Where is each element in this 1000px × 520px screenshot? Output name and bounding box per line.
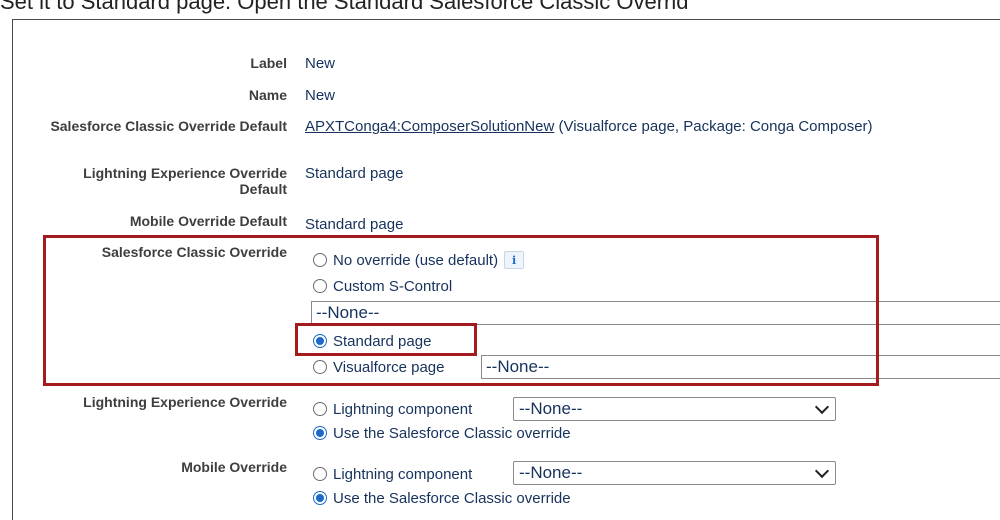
no-override-radio[interactable]: [313, 253, 327, 267]
lightning-default-label: Lightning Experience Override Default: [83, 165, 287, 197]
chevron-down-icon: [814, 463, 830, 479]
instruction-caption: Set it to Standard page. Open the Standa…: [0, 0, 689, 14]
mobile-use-classic-radio[interactable]: [313, 491, 327, 505]
mobile-default-value: Standard page: [305, 216, 404, 233]
label-field-label: Label: [250, 55, 287, 71]
override-properties-panel: Label New Name New Salesforce Classic Ov…: [12, 19, 1000, 520]
classic-default-link[interactable]: APXTConga4:ComposerSolutionNew: [305, 118, 554, 135]
no-override-text: No override (use default): [333, 251, 499, 269]
scontrol-option[interactable]: Custom S-Control: [313, 276, 452, 296]
lightning-component-option[interactable]: Lightning component: [313, 399, 472, 419]
mobile-default-label: Mobile Override Default: [129, 213, 287, 229]
info-icon[interactable]: i: [504, 251, 525, 269]
standard-page-radio[interactable]: [313, 334, 327, 348]
classic-default-value: APXTConga4:ComposerSolutionNew (Visualfo…: [305, 118, 873, 136]
scontrol-radio[interactable]: [313, 279, 327, 293]
lightning-use-classic-text: Use the Salesforce Classic override: [333, 424, 571, 442]
mobile-component-option[interactable]: Lightning component: [313, 464, 472, 484]
standard-page-option[interactable]: Standard page: [313, 331, 431, 351]
lightning-use-classic-radio[interactable]: [313, 426, 327, 440]
lightning-component-radio[interactable]: [313, 402, 327, 416]
lightning-override-label: Lightning Experience Override: [83, 394, 287, 410]
lightning-use-classic-option[interactable]: Use the Salesforce Classic override: [313, 423, 571, 443]
mobile-component-radio[interactable]: [313, 467, 327, 481]
lightning-default-value: Standard page: [305, 165, 404, 182]
standard-page-text: Standard page: [333, 332, 432, 350]
name-field-label: Name: [248, 87, 287, 103]
mobile-use-classic-text: Use the Salesforce Classic override: [333, 489, 571, 507]
label-field-value: New: [305, 55, 336, 72]
mobile-override-label: Mobile Override: [181, 459, 287, 475]
mobile-component-select[interactable]: --None--: [513, 461, 836, 485]
visualforce-option[interactable]: Visualforce page: [313, 357, 444, 377]
scontrol-select[interactable]: --None--: [311, 301, 1000, 325]
visualforce-text: Visualforce page: [333, 358, 445, 376]
classic-default-suffix: (Visualforce page, Package: Conga Compos…: [554, 118, 873, 135]
lightning-component-text: Lightning component: [333, 400, 473, 418]
no-override-option[interactable]: No override (use default) i: [313, 250, 525, 270]
visualforce-select[interactable]: --None--: [481, 355, 1000, 379]
chevron-down-icon: [814, 399, 830, 415]
mobile-use-classic-option[interactable]: Use the Salesforce Classic override: [313, 488, 571, 508]
name-field-value: New: [305, 87, 336, 104]
lightning-component-value: --None--: [519, 399, 583, 418]
visualforce-radio[interactable]: [313, 360, 327, 374]
scontrol-text: Custom S-Control: [333, 277, 453, 295]
lightning-component-select[interactable]: --None--: [513, 397, 836, 421]
classic-override-label: Salesforce Classic Override: [101, 244, 287, 260]
classic-default-label: Salesforce Classic Override Default: [50, 118, 287, 134]
mobile-component-text: Lightning component: [333, 465, 473, 483]
mobile-component-value: --None--: [519, 463, 583, 482]
